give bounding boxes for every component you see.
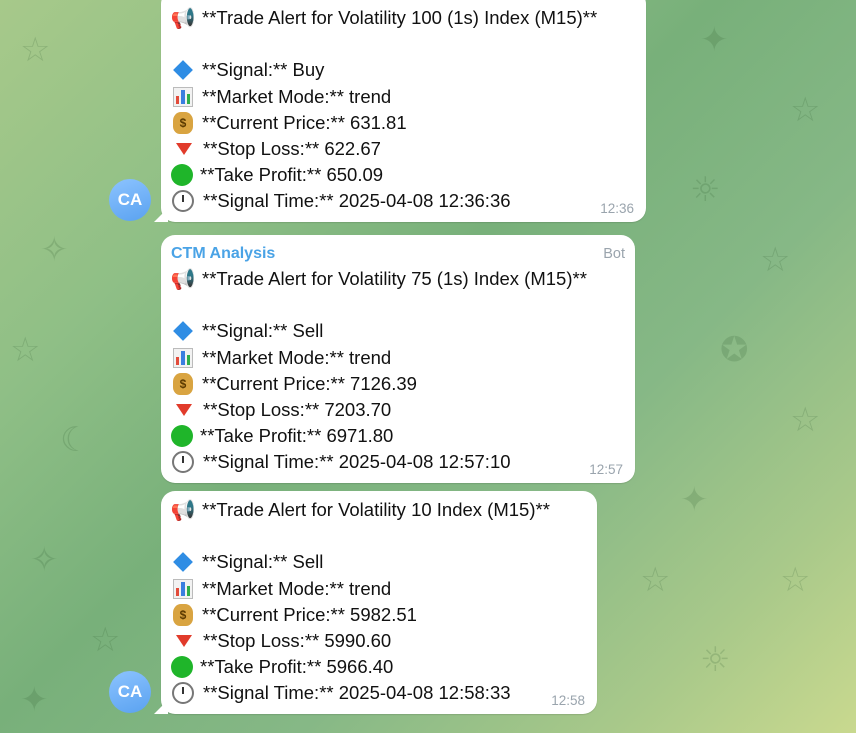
message-line: **Take Profit:** 6971.80	[171, 423, 625, 449]
message-line: **Stop Loss:** 5990.60	[171, 628, 587, 654]
bar-chart-icon	[173, 347, 193, 368]
message-line: **Market Mode:** trend	[171, 84, 636, 110]
money-bag-icon: $	[173, 372, 193, 395]
message-bubble[interactable]: 📢 **Trade Alert for Volatility 10 Index (…	[154, 491, 597, 714]
avatar[interactable]: CA	[109, 671, 151, 713]
message-line: **Stop Loss:** 622.67	[171, 136, 636, 162]
message-line: **Market Mode:** trend	[171, 576, 587, 602]
message-bubble[interactable]: CTM Analysis Bot 📢 **Trade Alert for Vola…	[161, 235, 635, 483]
megaphone-icon: 📢	[170, 498, 196, 523]
message-timestamp: 12:57	[589, 462, 623, 477]
green-circle-icon	[171, 425, 193, 448]
message-bubble[interactable]: 📢 **Trade Alert for Volatility 100 (1s) I…	[154, 0, 646, 222]
blue-diamond-icon	[173, 552, 193, 573]
message-line: 📢 **Trade Alert for Volatility 100 (1s) I…	[170, 6, 598, 31]
sender-name[interactable]: CTM Analysis	[171, 245, 275, 263]
message-line: $ **Current Price:** 631.81	[171, 110, 636, 136]
megaphone-icon: 📢	[170, 267, 196, 292]
message-timestamp: 12:58	[551, 693, 585, 708]
red-triangle-down-icon	[176, 143, 192, 156]
message-line: **Stop Loss:** 7203.70	[171, 397, 625, 423]
message-timestamp: 12:36	[600, 201, 634, 216]
message-line: $ **Current Price:** 5982.51	[171, 602, 587, 628]
message-line: **Take Profit:** 5966.40	[171, 654, 587, 680]
green-circle-icon	[171, 164, 193, 187]
red-triangle-down-icon	[176, 635, 192, 648]
message-line: **Signal:** Sell	[171, 549, 587, 575]
money-bag-icon: $	[173, 603, 193, 626]
bar-chart-icon	[173, 578, 193, 599]
message-line: 📢 **Trade Alert for Volatility 75 (1s) In…	[170, 267, 587, 292]
stopwatch-icon	[172, 451, 194, 474]
bar-chart-icon	[173, 86, 193, 107]
green-circle-icon	[171, 656, 193, 679]
bot-label: Bot	[603, 246, 625, 262]
message-line: **Take Profit:** 650.09	[171, 162, 636, 188]
blue-diamond-icon	[173, 60, 193, 81]
message-line: **Signal Time:** 2025-04-08 12:57:10	[171, 449, 625, 475]
stopwatch-icon	[172, 190, 194, 213]
message-line: 📢 **Trade Alert for Volatility 10 Index (…	[170, 498, 550, 523]
message-line: **Signal:** Buy	[171, 57, 636, 83]
bubble-tail	[154, 208, 168, 222]
avatar[interactable]: CA	[109, 179, 151, 221]
message-line: **Signal Time:** 2025-04-08 12:36:36	[171, 188, 636, 214]
red-triangle-down-icon	[176, 404, 192, 417]
megaphone-icon: 📢	[170, 6, 196, 31]
message-line: $ **Current Price:** 7126.39	[171, 371, 625, 397]
bubble-tail	[154, 700, 168, 714]
stopwatch-icon	[172, 682, 194, 705]
message-line: **Signal:** Sell	[171, 318, 625, 344]
blue-diamond-icon	[173, 321, 193, 342]
money-bag-icon: $	[173, 111, 193, 134]
message-line: **Signal Time:** 2025-04-08 12:58:33	[171, 680, 587, 706]
message-line: **Market Mode:** trend	[171, 345, 625, 371]
